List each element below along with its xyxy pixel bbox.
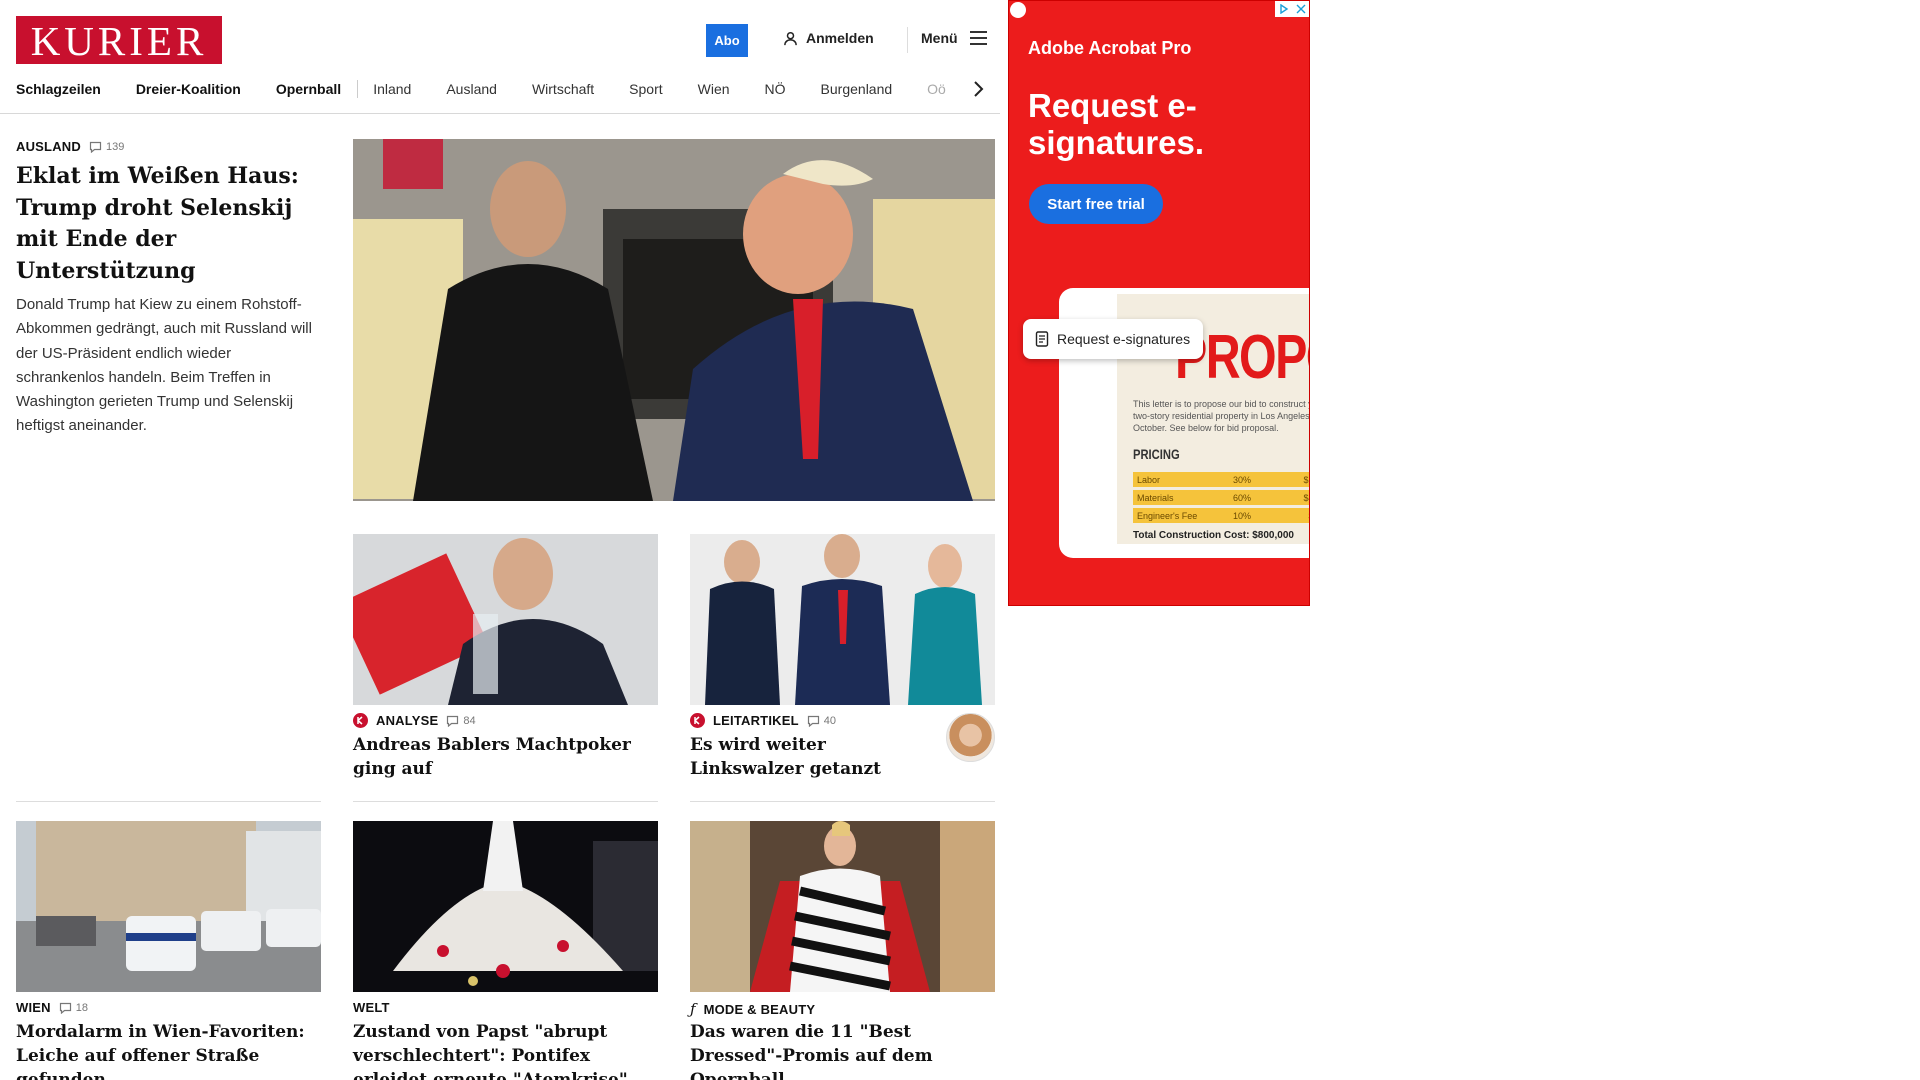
nav-item-ausland[interactable]: Ausland	[446, 81, 497, 97]
article-comments[interactable]: 18	[59, 1002, 88, 1014]
photo-scene	[16, 821, 321, 992]
nav-item-noe[interactable]: NÖ	[765, 81, 786, 97]
article-comment-count: 18	[75, 1001, 88, 1014]
article-headline[interactable]: Andreas Bablers Machtpoker ging auf	[353, 733, 653, 781]
row-divider	[690, 801, 995, 802]
header-divider	[907, 27, 908, 53]
ad-pricing-row: Materials60%$480,000	[1133, 490, 1309, 505]
article-photo-leitartikel[interactable]	[690, 534, 995, 705]
lead-headline[interactable]: Eklat im Weißen Haus: Trump droht Selens…	[16, 161, 316, 287]
article-photo-opernball[interactable]	[690, 821, 995, 992]
ad-pricing-row: Labor30%$240,000	[1133, 472, 1309, 487]
fashion-f-icon: ƒ	[690, 1000, 696, 1018]
article-headline[interactable]: Mordalarm in Wien-Favoriten: Leiche auf …	[16, 1020, 316, 1080]
article-headline[interactable]: Zustand von Papst "abrupt verschlechtert…	[353, 1020, 653, 1080]
article-category[interactable]: ANALYSE	[376, 713, 438, 728]
nav-item-ooe[interactable]: Oö	[927, 81, 946, 97]
nav-item-schlagzeilen[interactable]: Schlagzeilen	[16, 81, 101, 97]
nav-item-opernball[interactable]: Opernball	[276, 81, 341, 97]
article-comment-count: 40	[823, 714, 836, 727]
article-meta: LEITARTIKEL 40	[690, 713, 836, 728]
photo-scene	[690, 821, 995, 992]
article-headline[interactable]: Es wird weiter Linkswalzer getanzt	[690, 733, 930, 781]
nav-item-dreier-koalition[interactable]: Dreier-Koalition	[136, 81, 241, 97]
login-label: Anmelden	[806, 30, 874, 46]
lead-category[interactable]: AUSLAND	[16, 139, 81, 154]
ad-choices[interactable]	[1275, 1, 1309, 17]
comment-icon	[89, 141, 102, 153]
article-comments[interactable]: 84	[446, 714, 476, 727]
ad-pricing-label: PRICING	[1133, 446, 1180, 462]
menu-label: Menü	[921, 30, 958, 46]
article-meta: WELT	[353, 1000, 390, 1015]
article-photo-babler[interactable]	[353, 534, 658, 705]
article-meta: ƒ MODE & BEAUTY	[690, 1000, 815, 1018]
ad-shield-icon	[1010, 2, 1026, 18]
section-nav: Schlagzeilen Dreier-Koalition Opernball …	[16, 78, 988, 100]
article-photo-wien[interactable]	[16, 821, 321, 992]
adobe-ad[interactable]: Adobe Acrobat Pro Request e-signatures. …	[1008, 0, 1310, 606]
photo-scene	[353, 821, 658, 992]
nav-item-wirtschaft[interactable]: Wirtschaft	[532, 81, 594, 97]
adchoices-icon	[1279, 4, 1288, 14]
kurier-logo[interactable]: KURIER	[16, 16, 222, 64]
ad-pricing-total: Total Construction Cost: $800,000	[1133, 530, 1294, 541]
ad-request-chip: Request e-signatures	[1023, 319, 1203, 359]
lead-comment-count: 139	[105, 140, 125, 153]
article-category[interactable]: MODE & BEAUTY	[704, 1002, 816, 1017]
ad-headline: Request e-signatures.	[1028, 87, 1205, 161]
article-photo-papst[interactable]	[353, 821, 658, 992]
article-meta: ANALYSE 84	[353, 713, 476, 728]
header-rule	[0, 113, 1000, 114]
article-meta: WIEN 18	[16, 1000, 88, 1015]
article-category[interactable]: LEITARTIKEL	[713, 713, 799, 728]
article-headline[interactable]: Das waren die 11 "Best Dressed"-Promis a…	[690, 1020, 990, 1080]
nav-item-sport[interactable]: Sport	[629, 81, 662, 97]
ad-proposal-text: This letter is to propose our bid to con…	[1133, 399, 1310, 433]
ad-pricing-table: Labor30%$240,000 Materials60%$480,000 En…	[1133, 472, 1309, 526]
lead-photo[interactable]	[353, 139, 995, 501]
document-sign-icon	[1035, 331, 1049, 347]
nav-item-burgenland[interactable]: Burgenland	[821, 81, 893, 97]
lead-teaser[interactable]: Donald Trump hat Kiew zu einem Rohstoff-…	[16, 293, 322, 439]
menu-button[interactable]: Menü	[921, 30, 987, 46]
photo-scene	[353, 534, 658, 705]
start-free-trial-button[interactable]: Start free trial	[1029, 184, 1163, 224]
nav-item-wien[interactable]: Wien	[698, 81, 730, 97]
comment-icon	[447, 715, 459, 727]
row-divider	[353, 801, 658, 802]
article-comments[interactable]: 40	[807, 715, 836, 727]
user-icon	[784, 31, 797, 45]
hamburger-icon	[969, 31, 987, 45]
author-avatar[interactable]	[946, 713, 995, 762]
article-category[interactable]: WELT	[353, 1000, 390, 1015]
nav-divider	[357, 80, 359, 98]
ad-chip-label: Request e-signatures	[1057, 331, 1191, 347]
nav-item-inland[interactable]: Inland	[373, 81, 411, 97]
chevron-right-icon[interactable]	[968, 78, 988, 100]
photo-scene	[690, 534, 995, 705]
abo-button[interactable]: Abo	[706, 24, 748, 57]
comment-icon	[807, 715, 819, 727]
kurier-plus-icon	[690, 713, 705, 728]
comment-icon	[59, 1002, 71, 1014]
article-category[interactable]: WIEN	[16, 1000, 51, 1015]
photo-scene	[353, 139, 995, 501]
row-divider	[16, 801, 321, 802]
ad-pricing-row: Engineer's Fee10%$80,000	[1133, 508, 1309, 523]
lead-meta: AUSLAND 139	[16, 139, 124, 154]
ad-brand: Adobe Acrobat Pro	[1028, 38, 1192, 58]
close-icon[interactable]	[1296, 4, 1306, 14]
lead-comments[interactable]: 139	[89, 141, 124, 153]
article-comment-count: 84	[463, 714, 476, 727]
kurier-plus-icon	[353, 713, 368, 728]
login-link[interactable]: Anmelden	[783, 30, 874, 46]
